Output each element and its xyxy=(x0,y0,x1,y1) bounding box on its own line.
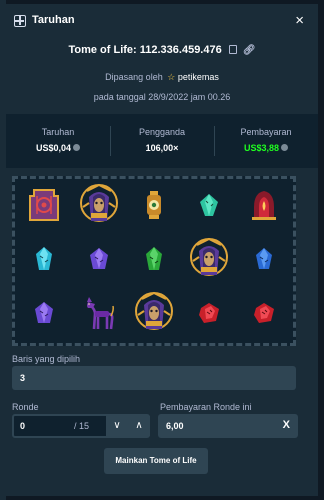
bet-id-text: Tome of Life: 112.336.459.476 xyxy=(68,44,222,56)
slot-cell xyxy=(181,180,236,234)
purple-gem-icon xyxy=(34,301,54,330)
bet-id-line: Tome of Life: 112.336.459.476 🔗︎ xyxy=(6,44,318,56)
pharaoh-icon xyxy=(134,291,174,340)
slot-cell xyxy=(127,180,182,234)
ronde-value: 0 xyxy=(20,421,26,431)
stat-multiplier: Pengganda 106,00× xyxy=(110,114,214,168)
slot-cell xyxy=(127,234,182,288)
stat-payout-amount: US$3,88 xyxy=(243,143,280,153)
cyan-gem-icon xyxy=(34,246,54,277)
slot-cell xyxy=(72,234,127,288)
stat-multiplier-value: 106,00× xyxy=(145,143,179,153)
green-gem-icon xyxy=(145,246,163,277)
star-icon: ☆ xyxy=(167,72,176,82)
teal-gem-icon xyxy=(199,193,219,222)
blue-gem-icon xyxy=(255,247,273,276)
modal-header: Taruhan × xyxy=(6,4,318,38)
slot-cell xyxy=(236,288,291,342)
slot-board xyxy=(12,176,296,346)
slot-cell xyxy=(181,288,236,342)
red-gem-icon xyxy=(198,302,220,329)
slot-cell xyxy=(72,288,127,342)
coin-icon xyxy=(73,144,81,151)
ronde-increment-button[interactable]: ∧ xyxy=(128,416,150,436)
stat-bet-value: US$0,04 xyxy=(6,143,110,153)
placed-by-label: Dipasang oleh xyxy=(105,72,163,82)
coin-icon xyxy=(281,144,289,151)
slot-cell xyxy=(236,234,291,288)
stat-bet-label: Taruhan xyxy=(41,127,75,137)
lines-label: Baris yang dipilih xyxy=(12,354,81,364)
lines-field[interactable]: 3 xyxy=(12,366,296,390)
stat-payout-value: US$3,88 xyxy=(214,143,318,153)
ronde-label: Ronde xyxy=(12,402,39,412)
copy-icon[interactable] xyxy=(228,45,237,54)
jackal-icon xyxy=(83,296,115,335)
payout-round-field[interactable]: 6,00 X xyxy=(158,414,298,438)
lantern-icon xyxy=(144,190,164,225)
bet-slip-icon xyxy=(14,15,26,27)
purple-gem-icon xyxy=(89,247,109,276)
modal-title: Taruhan xyxy=(32,14,75,26)
slot-cell xyxy=(17,288,72,342)
ronde-decrement-button[interactable]: ∨ xyxy=(106,416,128,436)
stat-payout-label: Pembayaran xyxy=(240,127,292,137)
pharaoh-icon xyxy=(79,183,119,232)
link-icon[interactable]: 🔗︎ xyxy=(243,45,256,56)
payout-round-label: Pembayaran Ronde ini xyxy=(160,402,252,412)
stat-bet: Taruhan US$0,04 xyxy=(6,114,110,168)
ronde-max: / 15 xyxy=(74,421,90,431)
slot-cell xyxy=(236,180,291,234)
stat-bet-amount: US$0,04 xyxy=(35,143,72,153)
payout-round-value: 6,00 xyxy=(166,421,184,431)
scarab-seal-icon xyxy=(26,186,62,229)
stat-multiplier-label: Pengganda xyxy=(138,127,186,137)
placed-by: Dipasang oleh ☆ petikemas xyxy=(6,72,318,83)
pharaoh-icon xyxy=(189,237,229,286)
payout-round-clear[interactable]: X xyxy=(283,419,290,431)
red-gem-icon xyxy=(253,302,275,329)
play-game-button[interactable]: Mainkan Tome of Life xyxy=(104,448,208,474)
stat-payout: Pembayaran US$3,88 xyxy=(214,114,318,168)
bet-stats: Taruhan US$0,04 Pengganda 106,00× Pembay… xyxy=(6,114,318,168)
slot-grid xyxy=(17,180,291,342)
bet-date: pada tanggal 28/9/2022 jam 00.26 xyxy=(93,92,231,102)
red-flame-icon xyxy=(250,189,278,226)
slot-cell xyxy=(72,180,127,234)
username-link[interactable]: petikemas xyxy=(178,72,219,82)
close-button[interactable]: × xyxy=(295,12,304,29)
slot-cell xyxy=(181,234,236,288)
slot-cell xyxy=(17,234,72,288)
slot-cell xyxy=(127,288,182,342)
ronde-input[interactable]: 0 / 15 ∨ ∧ xyxy=(12,414,150,438)
slot-cell xyxy=(17,180,72,234)
bet-modal: Taruhan × Tome of Life: 112.336.459.476 … xyxy=(6,4,318,496)
